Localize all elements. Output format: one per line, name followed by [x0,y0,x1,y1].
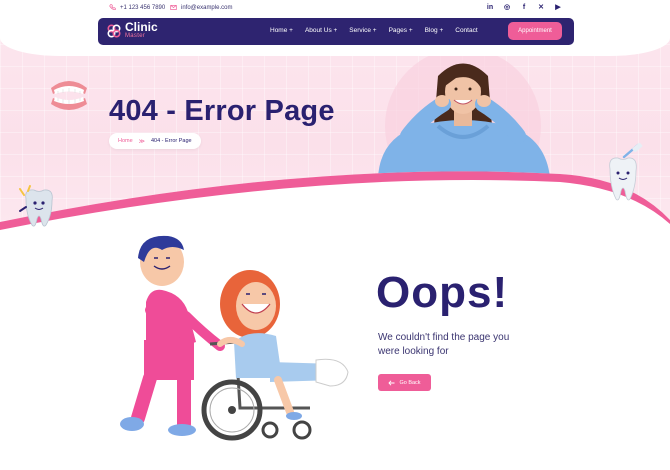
breadcrumb-separator-icon: ≫ [138,138,145,145]
nav-item-service[interactable]: Service + [349,27,376,34]
nav-item-blog[interactable]: Blog + [425,27,444,34]
topbar-email[interactable]: info@example.com [170,4,232,11]
phone-number: +1 123 456 7890 [120,4,166,11]
logo-text: Clinic Master [125,20,158,39]
logo-title: Clinic [125,20,158,34]
breadcrumb-home-link[interactable]: Home [118,138,133,144]
go-back-button[interactable]: Go Back [378,374,431,391]
nav-item-home[interactable]: Home + [270,27,293,34]
nav-item-contact[interactable]: Contact [455,27,477,34]
nav-item-about-us[interactable]: About Us + [305,27,337,34]
dentures-image [51,81,87,110]
appointment-button[interactable]: Appointment [508,22,562,40]
site-logo[interactable]: Clinic Master [106,20,158,39]
go-back-label: Go Back [399,379,421,386]
error-heading: Oops! [376,268,509,317]
error-message: We couldn't find the page you were looki… [378,332,510,357]
page-title: 404 - Error Page [109,95,335,127]
topbar: +1 123 456 7890 info@example.com in ◎ f … [0,0,670,18]
tooth-mascot-left-image [19,185,53,227]
youtube-icon[interactable]: ▶ [554,3,562,11]
doctor-wheelchair-illustration [120,235,349,441]
social-links: in ◎ f ✕ ▶ [486,3,562,12]
tooth-mascot-right-image [609,143,643,201]
breadcrumb-current: 404 - Error Page [150,138,192,144]
arrow-left-icon [388,379,395,386]
main-navbar: Clinic Master Home + About Us + Service … [98,18,574,45]
facebook-icon[interactable]: f [520,4,528,11]
topbar-phone[interactable]: +1 123 456 7890 [109,4,165,11]
phone-icon [109,4,116,11]
mail-icon [170,5,177,10]
breadcrumb: Home ≫ 404 - Error Page [109,133,201,149]
nav-menu: Home + About Us + Service + Pages + Blog… [270,27,478,34]
logo-mark-icon [107,23,121,38]
x-icon[interactable]: ✕ [537,3,545,11]
linkedin-icon[interactable]: in [486,4,494,11]
nav-item-pages[interactable]: Pages + [389,27,413,34]
instagram-icon[interactable]: ◎ [503,3,511,11]
hero-wave-divider [0,171,670,240]
email-address: info@example.com [181,4,233,11]
